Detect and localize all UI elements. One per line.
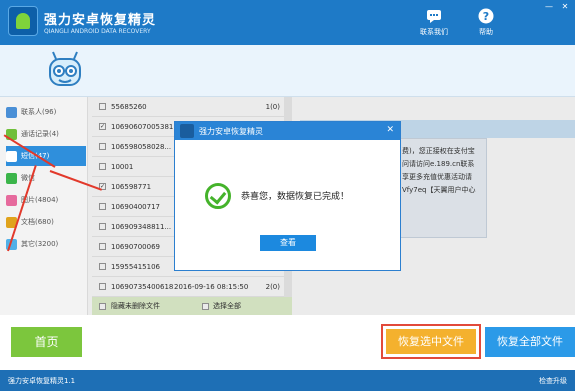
view-button[interactable]: 查看 xyxy=(260,235,316,251)
completion-dialog: 强力安卓恢复精灵 ✕ 恭喜您，数据恢复已完成！ 查看 xyxy=(174,121,401,271)
sidebar-item-other[interactable]: 其它(3200) xyxy=(6,234,86,254)
app-title: 强力安卓恢复精灵 xyxy=(44,13,157,28)
restore-all-button[interactable]: 恢复全部文件 xyxy=(485,327,575,357)
sidebar-item-photos[interactable]: 图片(4804) xyxy=(6,190,86,210)
dialog-message: 恭喜您，数据恢复已完成！ xyxy=(241,192,350,202)
close-button[interactable]: ✕ xyxy=(559,2,571,11)
mascot-icon xyxy=(49,51,81,86)
photo-icon xyxy=(6,194,17,206)
category-sidebar: 联系人(96) 通话记录(4) 短信(47) 微信 图片(4804) 文档(68… xyxy=(0,97,88,315)
hero-banner xyxy=(0,45,575,97)
action-bar: 首页 恢复选中文件 恢复全部文件 xyxy=(0,315,575,370)
wechat-icon xyxy=(6,172,17,184)
title-bar: 强力安卓恢复精灵 QIANGLI ANDROID DATA RECOVERY 联… xyxy=(0,0,575,45)
dialog-title: 强力安卓恢复精灵 xyxy=(199,126,263,136)
help-icon: ? xyxy=(478,8,494,24)
sidebar-item-label: 通话记录(4) xyxy=(21,130,59,138)
sms-icon xyxy=(6,150,17,162)
svg-text:?: ? xyxy=(483,10,489,23)
help-button[interactable]: ? 帮助 xyxy=(466,8,506,37)
sidebar-item-label: 其它(3200) xyxy=(21,240,59,248)
app-logo-icon xyxy=(180,124,194,138)
app-logo-icon xyxy=(8,6,38,36)
help-label: 帮助 xyxy=(479,28,493,36)
chat-icon xyxy=(427,10,441,23)
minimize-button[interactable]: — xyxy=(543,2,555,11)
restore-selected-button[interactable]: 恢复选中文件 xyxy=(386,329,476,354)
dialog-close-icon[interactable]: ✕ xyxy=(386,125,394,135)
contact-us-button[interactable]: 联系我们 xyxy=(414,8,454,37)
sidebar-item-label: 联系人(96) xyxy=(21,108,57,116)
home-button[interactable]: 首页 xyxy=(11,327,82,357)
sidebar-item-label: 文档(680) xyxy=(21,218,54,226)
sidebar-item-contacts[interactable]: 联系人(96) xyxy=(6,102,86,122)
success-check-icon xyxy=(205,183,231,209)
dialog-header: 强力安卓恢复精灵 ✕ xyxy=(175,122,400,140)
highlight-box: 恢复选中文件 xyxy=(381,324,481,359)
version-label: 强力安卓恢复精灵1.1 xyxy=(8,377,76,385)
sidebar-item-call-log[interactable]: 通话记录(4) xyxy=(6,124,86,144)
check-update-link[interactable]: 检查升级 xyxy=(539,376,567,386)
contact-us-label: 联系我们 xyxy=(420,28,448,36)
app-subtitle: QIANGLI ANDROID DATA RECOVERY xyxy=(44,28,151,35)
status-bar: 强力安卓恢复精灵1.1 检查升级 xyxy=(0,370,575,391)
contacts-icon xyxy=(6,106,17,118)
